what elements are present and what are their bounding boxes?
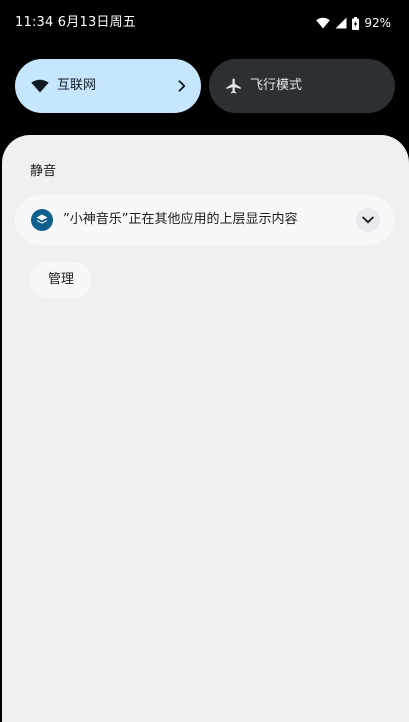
status-time-date: 11:34 6月13日周五 — [15, 15, 137, 30]
status-bar: 11:34 6月13日周五 92% — [0, 0, 409, 46]
airplane-mode-tile[interactable]: 飞行模式 — [209, 59, 395, 113]
chevron-right-icon[interactable] — [175, 77, 189, 95]
wifi-icon — [30, 76, 50, 96]
internet-tile-label: 互联网 — [57, 78, 97, 93]
manage-button[interactable]: 管理 — [30, 262, 92, 298]
screen: 11:34 6月13日周五 92% 互联网 飞行模式 静音 ”小神音乐”正在其他… — [0, 0, 409, 722]
battery-percentage: 92% — [364, 16, 391, 30]
layers-icon — [31, 209, 53, 231]
status-icons: 92% — [316, 13, 391, 33]
signal-icon — [335, 17, 347, 29]
silent-section-header: 静音 — [30, 164, 57, 179]
expand-notification-button[interactable] — [356, 208, 380, 232]
battery-icon — [352, 16, 360, 30]
chevron-down-icon — [362, 216, 374, 224]
airplane-mode-tile-label: 飞行模式 — [250, 78, 303, 93]
internet-tile[interactable]: 互联网 — [15, 59, 201, 113]
notification-card[interactable]: ”小神音乐”正在其他应用的上层显示内容 — [15, 195, 394, 245]
notification-text: ”小神音乐”正在其他应用的上层显示内容 — [63, 212, 298, 227]
notification-shade: 静音 ”小神音乐”正在其他应用的上层显示内容 管理 — [2, 135, 409, 722]
airplane-icon — [224, 76, 244, 96]
wifi-icon — [316, 17, 331, 29]
